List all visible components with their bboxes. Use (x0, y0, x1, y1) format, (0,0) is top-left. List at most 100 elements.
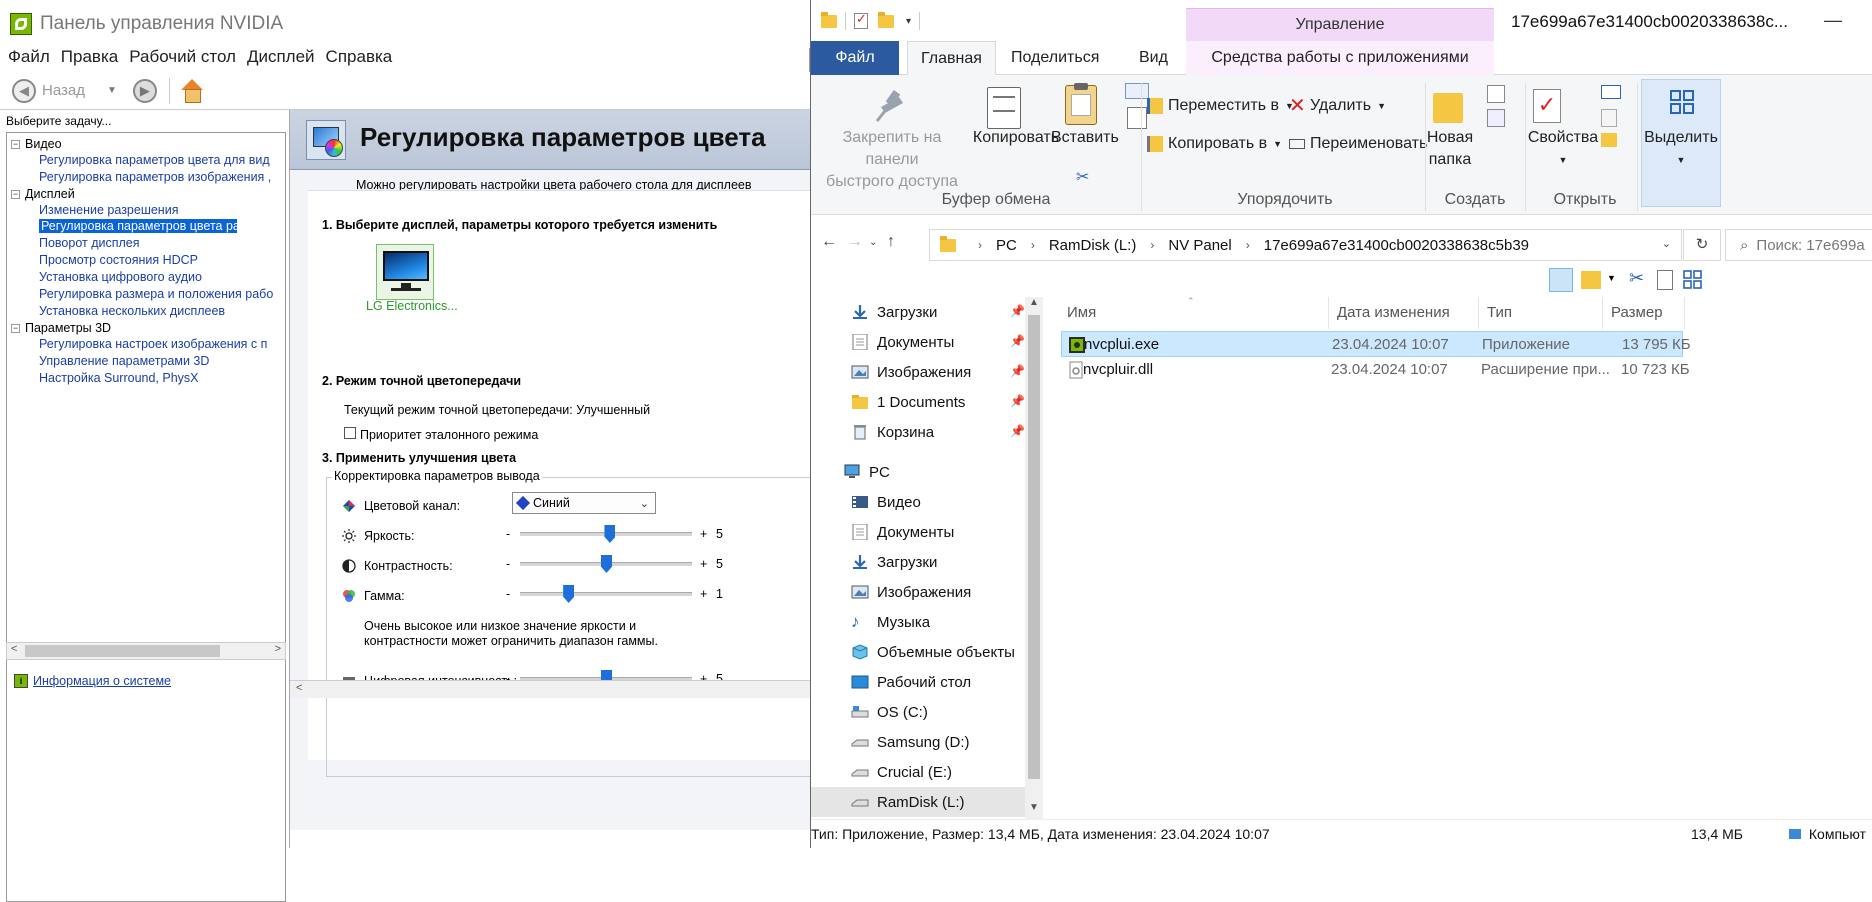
nav-pc-drive-d[interactable]: Samsung (D:) (811, 727, 1025, 757)
move-to-button[interactable]: Переместить в ▼ (1147, 97, 1294, 115)
tree-item-multi-display[interactable]: Установка нескольких дисплеев (39, 304, 225, 318)
nav-pc-drive-c[interactable]: OS (C:) (811, 697, 1025, 727)
nav-pc-video[interactable]: Видео (811, 487, 1025, 517)
scroll-thumb[interactable] (1028, 315, 1040, 779)
pin-icon[interactable]: 📌 (1010, 394, 1025, 408)
nav-pc-downloads[interactable]: Загрузки (811, 547, 1025, 577)
menu-file[interactable]: Файл (8, 47, 50, 67)
gamma-slider-track[interactable] (520, 592, 692, 596)
tree-item-3d-manage[interactable]: Управление параметрами 3D (39, 354, 209, 368)
tree-item-desktop-color[interactable]: Регулировка параметров цвета рабочег (39, 219, 237, 233)
tab-home[interactable]: Главная (907, 41, 996, 75)
nav-pc[interactable]: PC (811, 457, 1025, 487)
tree-item-surround[interactable]: Настройка Surround, PhysX (39, 371, 199, 385)
open-icon[interactable] (1601, 85, 1621, 99)
nav-quick-1-documents[interactable]: 1 Documents 📌 (811, 387, 1025, 417)
pin-quick-access-button[interactable]: Закрепить на панели быстрого доступа (817, 127, 967, 193)
back-arrow-icon[interactable]: ← (821, 233, 837, 251)
copy-icon[interactable] (1657, 270, 1673, 290)
nav-quick-documents[interactable]: Документы 📌 (811, 327, 1025, 357)
delete-button[interactable]: ✕ Удалить ▼ (1289, 96, 1386, 116)
column-size[interactable]: Размер (1603, 297, 1685, 329)
tree-item-hdcp[interactable]: Просмотр состояния HDCP (39, 253, 198, 267)
rename-button[interactable]: Переименовать (1289, 135, 1427, 153)
nav-quick-pictures[interactable]: Изображения 📌 (811, 357, 1025, 387)
minimize-icon[interactable]: — (1824, 10, 1842, 31)
breadcrumb-ramdisk[interactable]: RamDisk (L:) (1049, 237, 1137, 254)
back-arrow-icon[interactable]: ◀ (12, 78, 36, 103)
easy-access-icon[interactable] (1487, 109, 1505, 127)
nav-pc-pictures[interactable]: Изображения (811, 577, 1025, 607)
forward-arrow-icon[interactable]: ▶ (132, 78, 157, 103)
new-folder-icon[interactable] (878, 11, 894, 28)
column-name[interactable]: Имя ⌃ (1059, 296, 1329, 329)
back-history-dropdown-icon[interactable]: ▼ (107, 85, 117, 96)
cut-icon[interactable]: ✂ (1076, 167, 1089, 187)
menu-desktop[interactable]: Рабочий стол (129, 47, 236, 67)
back-button-label[interactable]: Назад (42, 82, 85, 99)
paste-button[interactable]: Вставить (1051, 127, 1119, 149)
nav-pc-music[interactable]: ♪ Музыка (811, 607, 1025, 637)
content-horizontal-scrollbar[interactable]: < (290, 680, 810, 698)
tree-item-video-color[interactable]: Регулировка параметров цвета для вид (39, 153, 270, 167)
breadcrumb-nv-panel[interactable]: NV Panel (1168, 237, 1231, 254)
tree-group-display[interactable]: − Дисплей (11, 187, 75, 201)
nav-pc-desktop[interactable]: Рабочий стол (811, 667, 1025, 697)
select-all-icon[interactable] (1683, 270, 1703, 290)
scroll-up-icon[interactable]: ▲ (1029, 297, 1039, 308)
preview-pane-icon[interactable] (1549, 268, 1573, 292)
paste-shortcut-icon[interactable] (1127, 107, 1147, 129)
tab-file[interactable]: Файл (811, 41, 899, 75)
up-arrow-icon[interactable]: ↑ (887, 233, 895, 251)
tree-group-video[interactable]: − Видео (11, 137, 62, 151)
home-icon[interactable] (180, 78, 204, 103)
customize-toolbar-dropdown-icon[interactable]: ▾ (906, 16, 911, 27)
copy-button[interactable]: Копировать (971, 127, 1061, 149)
collapse-icon[interactable]: − (11, 140, 20, 149)
scroll-thumb[interactable] (25, 645, 220, 657)
scroll-left-icon[interactable]: < (296, 682, 302, 694)
tree-item-rotate[interactable]: Поворот дисплея (39, 236, 140, 250)
copy-to-button[interactable]: Копировать в ▼ (1147, 135, 1282, 153)
breadcrumb-current-folder[interactable]: 17e699a67e31400cb0020338638c5b39 (1264, 237, 1529, 254)
tree-item-resolution[interactable]: Изменение разрешения (39, 203, 178, 217)
tab-share[interactable]: Поделиться (1011, 41, 1099, 75)
address-bar[interactable]: › PC › RamDisk (L:) › NV Panel › 17e699a… (929, 229, 1682, 261)
history-icon[interactable] (1601, 133, 1617, 147)
tab-view[interactable]: Вид (1139, 41, 1168, 75)
nav-quick-downloads[interactable]: Загрузки 📌 (811, 297, 1025, 327)
forward-arrow-icon[interactable]: → (847, 233, 863, 251)
column-date[interactable]: Дата изменения (1329, 297, 1479, 329)
tree-horizontal-scrollbar[interactable]: < > (6, 642, 286, 660)
menu-help[interactable]: Справка (326, 47, 393, 67)
new-folder-quick-icon[interactable] (1581, 271, 1601, 289)
tree-item-audio[interactable]: Установка цифрового аудио (39, 270, 202, 284)
tree-group-3d[interactable]: − Параметры 3D (11, 321, 111, 335)
system-info-link[interactable]: Информация о системе (33, 674, 171, 688)
nav-quick-recycle-bin[interactable]: Корзина 📌 (811, 417, 1025, 447)
collapse-icon[interactable]: − (11, 190, 20, 199)
address-dropdown-icon[interactable]: ⌄ (1662, 237, 1671, 250)
chevron-down-icon[interactable]: ▼ (1607, 273, 1616, 283)
menu-edit[interactable]: Правка (61, 47, 118, 67)
pin-icon[interactable]: 📌 (1010, 334, 1025, 348)
scroll-down-icon[interactable]: ▼ (1029, 802, 1039, 813)
priority-checkbox[interactable] (344, 427, 356, 439)
nav-pc-documents[interactable]: Документы (811, 517, 1025, 547)
properties-button[interactable]: Свойства ▼ (1523, 127, 1603, 171)
refresh-icon[interactable]: ↻ (1683, 229, 1721, 261)
menu-display[interactable]: Дисплей (247, 47, 315, 67)
column-type[interactable]: Тип (1479, 297, 1603, 329)
scroll-left-icon[interactable]: < (11, 643, 17, 655)
tree-item-size-position[interactable]: Регулировка размера и положения рабо (39, 287, 273, 301)
color-channel-select[interactable]: Синий ⌄ (512, 492, 656, 514)
select-button[interactable]: Выделить ▼ (1641, 127, 1721, 171)
search-input[interactable]: ⌕ Поиск: 17e699a (1725, 229, 1872, 261)
new-folder-button[interactable]: Новая папка (1423, 127, 1477, 171)
monitor-label[interactable]: LG Electronics... (366, 299, 458, 313)
tree-item-3d-image[interactable]: Регулировка настроек изображения с п (39, 337, 267, 351)
navigation-vertical-scrollbar[interactable]: ▲ ▼ (1025, 297, 1043, 819)
collapse-icon[interactable]: − (11, 324, 20, 333)
recent-dropdown-icon[interactable]: ⌄ (869, 237, 877, 248)
nav-pc-drive-l[interactable]: RamDisk (L:) (811, 787, 1025, 817)
